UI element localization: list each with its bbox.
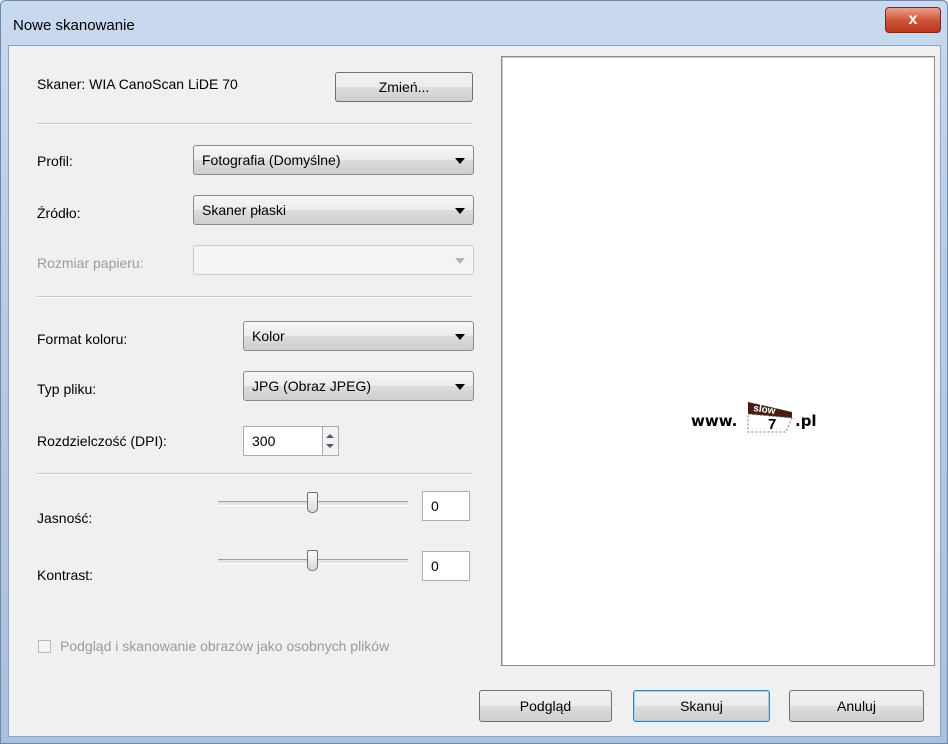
source-label: Źródło: <box>37 205 81 221</box>
separator <box>37 123 473 125</box>
window-title: Nowe skanowanie <box>13 17 135 34</box>
preview-button[interactable]: Podgląd <box>479 690 612 722</box>
color-format-dropdown[interactable]: Kolor <box>243 321 474 351</box>
brightness-label: Jasność: <box>37 510 93 526</box>
scan-button[interactable]: Skanuj <box>633 690 770 722</box>
close-button[interactable]: x <box>885 7 941 33</box>
change-scanner-button[interactable]: Zmień... <box>335 72 473 102</box>
chevron-down-icon <box>455 334 465 340</box>
contrast-label: Kontrast: <box>37 567 94 583</box>
file-type-value: JPG (Obraz JPEG) <box>252 378 372 394</box>
title-bar[interactable]: Nowe skanowanie x <box>1 1 947 45</box>
resolution-label: Rozdzielczość (DPI): <box>37 433 167 449</box>
contrast-slider-thumb[interactable] <box>307 550 318 571</box>
separator <box>37 473 473 475</box>
chevron-down-icon <box>455 158 465 164</box>
profile-label: Profil: <box>37 153 73 169</box>
contrast-input[interactable]: 0 <box>422 551 470 581</box>
cancel-button[interactable]: Anuluj <box>789 690 924 722</box>
logo-badge-icon: slow 7 <box>747 402 793 433</box>
spin-up-icon[interactable] <box>326 434 334 438</box>
file-type-label: Typ pliku: <box>37 381 97 397</box>
source-dropdown[interactable]: Skaner płaski <box>193 195 474 225</box>
profile-dropdown[interactable]: Fotografia (Domyślne) <box>193 145 474 175</box>
spin-down-icon[interactable] <box>326 444 334 448</box>
profile-value: Fotografia (Domyślne) <box>202 152 341 168</box>
color-format-label: Format koloru: <box>37 331 128 347</box>
preview-area[interactable]: www. slow 7 .pl <box>501 56 935 666</box>
logo-prefix: www. <box>691 412 738 430</box>
scanner-label: Skaner: WIA CanoScan LiDE 70 <box>37 76 238 92</box>
dialog-body: Skaner: WIA CanoScan LiDE 70 Zmień... Pr… <box>8 45 941 737</box>
chevron-down-icon <box>455 208 465 214</box>
color-format-value: Kolor <box>252 328 285 344</box>
separate-files-checkbox[interactable] <box>38 640 51 653</box>
chevron-down-icon <box>455 258 465 264</box>
resolution-input[interactable]: 300 <box>243 426 323 456</box>
file-type-dropdown[interactable]: JPG (Obraz JPEG) <box>243 371 474 401</box>
separator <box>37 296 473 298</box>
paper-size-dropdown <box>193 245 474 275</box>
paper-size-label: Rozmiar papieru: <box>37 255 144 271</box>
brightness-input[interactable]: 0 <box>422 491 470 521</box>
logo-badge-num: 7 <box>768 416 776 433</box>
chevron-down-icon <box>455 384 465 390</box>
brightness-slider-thumb[interactable] <box>307 492 318 513</box>
separate-files-label: Podgląd i skanowanie obrazów jako osobny… <box>60 638 390 654</box>
source-value: Skaner płaski <box>202 202 287 218</box>
logo-suffix: .pl <box>795 412 817 430</box>
scan-dialog-window: Nowe skanowanie x Skaner: WIA CanoScan L… <box>0 0 948 744</box>
resolution-spinner[interactable] <box>322 426 339 456</box>
